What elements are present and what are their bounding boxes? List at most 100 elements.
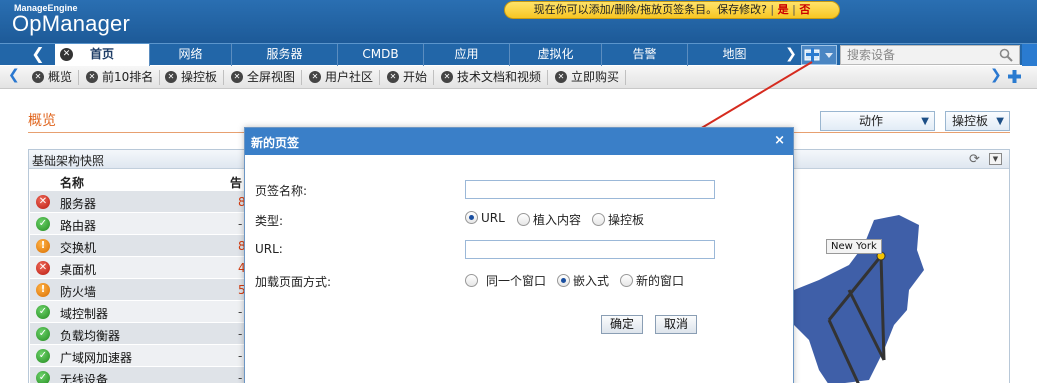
panel-menu-icon[interactable]: ▼	[989, 153, 1002, 165]
type-radio-dashboard[interactable]: 操控板	[592, 211, 644, 228]
row-name[interactable]: 路由器	[60, 217, 96, 234]
row-alarm-count[interactable]: -	[238, 217, 242, 231]
radio-label: 新的窗口	[636, 274, 685, 288]
page-title: 概览	[28, 113, 56, 129]
tab-virtualization[interactable]: 虚拟化	[509, 44, 601, 66]
subnav-label: 全屏视图	[247, 70, 296, 84]
radio-dot[interactable]	[517, 213, 530, 226]
close-icon[interactable]: ✕	[387, 71, 399, 83]
tab-network[interactable]: 网络	[149, 44, 231, 66]
close-icon[interactable]: ✕	[555, 71, 567, 83]
type-radio-embed[interactable]: 植入内容	[517, 211, 581, 228]
status-orange-icon: !	[36, 239, 50, 253]
table-row[interactable]: ✕ 服务器 8	[30, 191, 248, 213]
col-name-header: 名称	[60, 176, 85, 190]
sub-nav: ❮ ✕ 概览 ✕ 前10排名 ✕ 操控板 ✕ 全屏视图 ✕ 用户社区 ✕ 开始 ✕ 技术文档和…	[0, 66, 1037, 89]
divider	[301, 70, 303, 85]
map-location-label[interactable]: New York	[826, 239, 882, 254]
tab-cmdb[interactable]: CMDB	[337, 44, 423, 66]
table-row[interactable]: ✓ 广域网加速器 -	[30, 345, 248, 367]
save-prompt-text: 现在你可以添加/删除/拖放页签条目。保存修改?	[533, 3, 767, 16]
cancel-button[interactable]: 取消	[655, 315, 697, 334]
radio-dot[interactable]	[465, 211, 478, 224]
row-alarm-count[interactable]: -	[238, 371, 242, 383]
row-alarm-count[interactable]: -	[238, 305, 242, 319]
row-name[interactable]: 无线设备	[60, 371, 108, 383]
radio-dot[interactable]	[620, 274, 633, 287]
subnav-scroll-right-icon[interactable]: ❯	[990, 67, 1002, 83]
radio-label: URL	[481, 211, 505, 225]
close-icon[interactable]: ✕	[309, 71, 321, 83]
table-row[interactable]: ! 防火墙 5	[30, 279, 248, 301]
tab-servers[interactable]: 服务器	[231, 44, 337, 66]
search-input[interactable]: 搜索设备	[840, 45, 1020, 65]
table-row[interactable]: ✓ 负载均衡器 -	[30, 323, 248, 345]
subnav-scroll-left-icon[interactable]: ❮	[8, 67, 20, 83]
subnav-item-docs[interactable]: ✕ 技术文档和视频	[441, 69, 549, 86]
status-green-icon: ✓	[36, 217, 50, 231]
radio-label: 植入内容	[533, 213, 582, 227]
close-icon[interactable]: ✕	[441, 71, 453, 83]
save-yes-link[interactable]: 是	[778, 3, 789, 16]
close-tab-icon[interactable]: ✕	[60, 48, 73, 61]
table-row[interactable]: ✓ 域控制器 -	[30, 301, 248, 323]
radio-dot[interactable]	[465, 274, 478, 287]
subnav-item-dashboard[interactable]: ✕ 操控板	[165, 69, 225, 86]
status-red-icon: ✕	[36, 261, 50, 275]
load-mode-label: 加载页面方式:	[255, 275, 332, 289]
row-name[interactable]: 域控制器	[60, 305, 108, 322]
row-alarm-count[interactable]: -	[238, 349, 242, 363]
tab-home[interactable]: ✕ 首页	[55, 44, 149, 66]
subnav-label: 用户社区	[325, 70, 374, 84]
subnav-item-fullscreen[interactable]: ✕ 全屏视图	[231, 69, 303, 86]
subnav-item-community[interactable]: ✕ 用户社区	[309, 69, 381, 86]
subnav-label: 操控板	[181, 70, 218, 84]
status-orange-icon: !	[36, 283, 50, 297]
radio-dot[interactable]	[592, 213, 605, 226]
subnav-item-overview[interactable]: ✕ 概览	[32, 69, 80, 86]
url-input[interactable]	[465, 240, 715, 259]
row-alarm-count[interactable]: -	[238, 327, 242, 341]
close-icon[interactable]: ✕	[231, 71, 243, 83]
add-subtab-icon[interactable]	[1007, 69, 1022, 84]
close-icon[interactable]: ✕	[32, 71, 44, 83]
ok-button[interactable]: 确定	[601, 315, 643, 334]
subnav-item-buy[interactable]: ✕ 立即购买	[555, 69, 627, 86]
row-name[interactable]: 负载均衡器	[60, 327, 120, 344]
tab-name-input[interactable]	[465, 180, 715, 199]
table-row[interactable]: ! 交换机 8	[30, 235, 248, 257]
radio-dot[interactable]	[557, 274, 570, 287]
status-green-icon: ✓	[36, 305, 50, 319]
subnav-label: 前10排名	[102, 70, 154, 84]
refresh-icon[interactable]: ⟳	[969, 152, 980, 167]
table-row[interactable]: ✓ 路由器 -	[30, 213, 248, 235]
nav-scroll-left-icon[interactable]: ❮	[24, 44, 52, 66]
subnav-item-top10[interactable]: ✕ 前10排名	[86, 69, 161, 86]
row-name[interactable]: 防火墙	[60, 283, 96, 300]
row-name[interactable]: 桌面机	[60, 261, 96, 278]
close-icon[interactable]: ×	[774, 133, 785, 148]
chevron-down-icon: ▼	[921, 116, 929, 127]
load-radio-new-window[interactable]: 新的窗口	[620, 272, 684, 289]
load-radio-same-window[interactable]: 同一个窗口	[465, 272, 546, 289]
tab-apps[interactable]: 应用	[423, 44, 509, 66]
search-icon[interactable]	[999, 48, 1013, 62]
row-name[interactable]: 广域网加速器	[60, 349, 132, 366]
divider	[547, 70, 549, 85]
save-no-link[interactable]: 否	[799, 3, 810, 16]
close-icon[interactable]: ✕	[165, 71, 177, 83]
action-dropdown-label: 动作	[859, 114, 884, 128]
radio-label: 操控板	[608, 213, 645, 227]
row-name[interactable]: 服务器	[60, 195, 96, 212]
tab-home-label: 首页	[89, 47, 114, 61]
close-icon[interactable]: ✕	[86, 71, 98, 83]
action-dropdown[interactable]: 动作 ▼	[820, 111, 935, 131]
load-radio-embedded[interactable]: 嵌入式	[557, 272, 609, 289]
tab-cmdb-label: CMDB	[362, 47, 399, 61]
row-name[interactable]: 交换机	[60, 239, 96, 256]
table-row[interactable]: ✓ 无线设备 -	[30, 367, 248, 383]
dashboard-dropdown[interactable]: 操控板 ▼	[945, 111, 1010, 131]
subnav-item-start[interactable]: ✕ 开始	[387, 69, 435, 86]
table-row[interactable]: ✕桌面机49	[30, 257, 253, 279]
type-radio-url[interactable]: URL	[465, 211, 505, 225]
